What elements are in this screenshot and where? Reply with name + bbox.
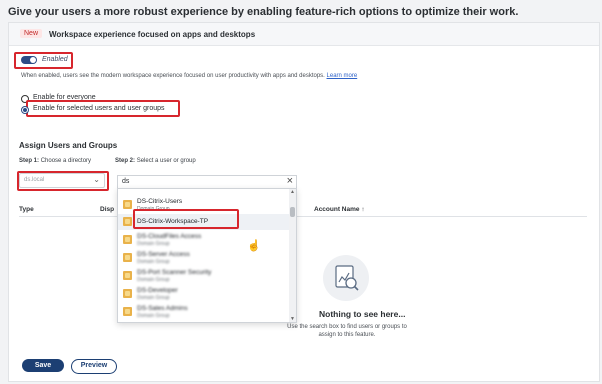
step1-label: Step 1: Choose a directory	[19, 158, 91, 164]
list-item[interactable]: DS-Server Access Domain Group	[118, 250, 289, 266]
group-name: DS-Port Scanner Security	[137, 269, 212, 276]
group-type: Domain Group	[137, 241, 170, 247]
toggle-knob	[30, 57, 36, 63]
group-icon	[123, 235, 132, 244]
radio-selected-users[interactable]	[21, 106, 29, 114]
group-icon	[123, 253, 132, 262]
list-item[interactable]	[118, 189, 289, 197]
preview-button[interactable]: Preview	[71, 359, 117, 374]
group-type: Domain Group	[137, 295, 170, 301]
group-name: DS-CloudFiles Access	[137, 233, 202, 240]
group-name: DS-Server Access	[137, 251, 190, 258]
list-item[interactable]: DS-Port Scanner Security Domain Group	[118, 268, 289, 284]
feature-card: New Workspace experience focused on apps…	[8, 22, 600, 382]
table-divider	[19, 216, 587, 217]
feature-banner: New Workspace experience focused on apps…	[9, 23, 599, 46]
dropdown-scrollbar[interactable]: ▲ ▼	[289, 189, 296, 322]
group-name: DS-Developer	[137, 287, 178, 294]
col-display: Disp	[100, 206, 115, 213]
chevron-down-icon: ⌄	[93, 175, 100, 184]
scroll-down-icon[interactable]: ▼	[290, 316, 295, 322]
scroll-up-icon[interactable]: ▲	[290, 189, 295, 195]
step1-prefix: Step 1:	[19, 158, 40, 164]
group-type: Domain Group	[137, 313, 170, 319]
save-button[interactable]: Save	[22, 359, 64, 372]
step2-text: Select a user or group	[136, 158, 196, 164]
group-icon	[123, 271, 132, 280]
hand-cursor-icon: ☝	[247, 240, 261, 252]
page-headline: Give your users a more robust experience…	[8, 6, 519, 18]
group-name: DS-Sales Admins	[137, 305, 188, 312]
toggle-label: Enabled	[42, 56, 68, 63]
highlight-box-group	[133, 209, 239, 229]
list-item[interactable]: DS-CloudFiles Access Domain Group	[118, 232, 289, 248]
assign-section-title: Assign Users and Groups	[19, 141, 118, 150]
directory-select[interactable]: ds.local ⌄	[19, 173, 105, 188]
step2-label: Step 2: Select a user or group	[115, 158, 196, 164]
arrow-up-icon: ↑	[361, 206, 365, 213]
group-name: DS-Citrix-Users	[137, 198, 183, 205]
group-icon	[123, 289, 132, 298]
col-type: Type	[19, 206, 34, 213]
feature-description: When enabled, users see the modern works…	[21, 73, 357, 79]
group-icon	[123, 217, 132, 226]
group-icon	[123, 307, 132, 316]
group-type: Domain Group	[137, 277, 170, 283]
directory-value: ds.local	[24, 177, 45, 183]
group-icon	[123, 200, 132, 209]
new-badge: New	[20, 29, 43, 38]
empty-state-icon	[323, 255, 369, 301]
col-account[interactable]: Account Name ↑	[314, 206, 365, 213]
search-query: ds	[122, 178, 130, 185]
col-account-label: Account Name	[314, 206, 360, 213]
learn-more-link[interactable]: Learn more	[327, 73, 358, 79]
empty-state-subtitle: Use the search box to find users or grou…	[287, 324, 407, 338]
step1-text: Choose a directory	[40, 158, 92, 164]
list-item[interactable]: DS-Developer Domain Group	[118, 286, 289, 302]
enabled-toggle[interactable]	[21, 56, 37, 64]
empty-state-title: Nothing to see here...	[319, 309, 406, 319]
radio-label-selected-users: Enable for selected users and user group…	[33, 105, 165, 112]
description-text: When enabled, users see the modern works…	[21, 73, 325, 79]
close-icon[interactable]: ×	[287, 175, 293, 187]
feature-title: Workspace experience focused on apps and…	[49, 30, 256, 39]
group-type: Domain Group	[137, 259, 170, 265]
list-item[interactable]: DS-Sales Admins Domain Group	[118, 304, 289, 320]
scrollbar-thumb[interactable]	[290, 207, 295, 217]
step2-prefix: Step 2:	[115, 158, 136, 164]
